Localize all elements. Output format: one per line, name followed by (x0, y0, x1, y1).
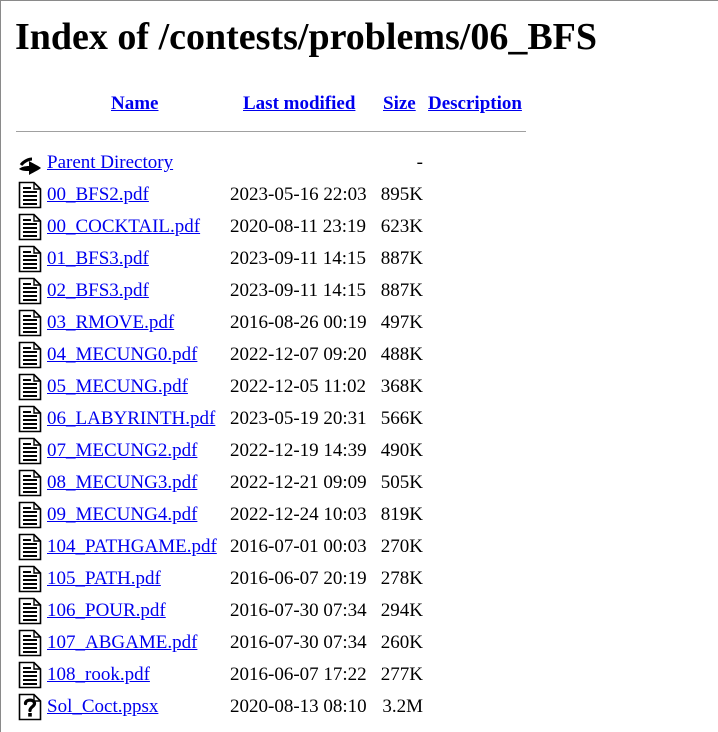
file-modified-date: 2022-12-05 11:02 (230, 376, 366, 397)
document-icon (17, 661, 43, 689)
file-size: 488K (380, 344, 423, 365)
file-row: 06_LABYRINTH.pdf 2023-05-19 20:31 566K (0, 403, 718, 435)
file-size: 887K (380, 248, 423, 269)
file-modified-date: 2022-12-24 10:03 (230, 504, 367, 525)
unknown-file-icon (17, 693, 43, 721)
file-row: 05_MECUNG.pdf 2022-12-05 11:02 368K (0, 371, 718, 403)
document-icon (17, 629, 43, 657)
file-size: 895K (380, 184, 423, 205)
sort-by-last-modified-link[interactable]: Last modified (243, 92, 355, 116)
file-row: 01_BFS3.pdf 2023-09-11 14:15 887K (0, 243, 718, 275)
file-size: 278K (380, 568, 423, 589)
file-link[interactable]: 04_MECUNG0.pdf (47, 344, 197, 366)
file-link[interactable]: 08_MECUNG3.pdf (47, 472, 197, 494)
file-size: 368K (380, 376, 423, 397)
file-modified-date: 2022-12-07 09:20 (230, 344, 367, 365)
file-row: 106_POUR.pdf 2016-07-30 07:34 294K (0, 595, 718, 627)
document-icon (17, 565, 43, 593)
document-icon (17, 469, 43, 497)
file-row: 00_BFS2.pdf 2023-05-16 22:03 895K (0, 179, 718, 211)
file-size: 887K (380, 280, 423, 301)
document-icon (17, 373, 43, 401)
file-link[interactable]: 108_rook.pdf (47, 664, 150, 686)
file-row: 00_COCKTAIL.pdf 2020-08-11 23:19 623K (0, 211, 718, 243)
file-size: 260K (380, 632, 423, 653)
parent-directory-row: Parent Directory - (0, 147, 718, 179)
file-link[interactable]: 104_PATHGAME.pdf (47, 536, 217, 558)
file-size: 819K (380, 504, 423, 525)
file-row: 104_PATHGAME.pdf 2016-07-01 00:03 270K (0, 531, 718, 563)
document-icon (17, 341, 43, 369)
file-row: 07_MECUNG2.pdf 2022-12-19 14:39 490K (0, 435, 718, 467)
file-modified-date: 2016-08-26 00:19 (230, 312, 367, 333)
sort-by-name-link[interactable]: Name (111, 92, 158, 116)
sort-by-size-link[interactable]: Size (383, 92, 416, 116)
file-modified-date: 2020-08-11 23:19 (230, 216, 366, 237)
page-title: Index of /contests/problems/06_BFS (15, 16, 598, 58)
file-modified-date: 2023-09-11 14:15 (230, 248, 366, 269)
file-link[interactable]: 106_POUR.pdf (47, 600, 166, 622)
file-modified-date: 2016-07-01 00:03 (230, 536, 367, 557)
parent-directory-link[interactable]: Parent Directory (47, 152, 173, 174)
file-row: Sol_Coct.ppsx 2020-08-13 08:10 3.2M (0, 691, 718, 723)
file-link[interactable]: 01_BFS3.pdf (47, 248, 149, 270)
file-modified-date: 2020-08-13 08:10 (230, 696, 367, 717)
file-modified-date: 2016-06-07 17:22 (230, 664, 367, 685)
file-modified-date: 2022-12-19 14:39 (230, 440, 367, 461)
document-icon (17, 213, 43, 241)
header-divider (16, 131, 526, 132)
file-row: 105_PATH.pdf 2016-06-07 20:19 278K (0, 563, 718, 595)
file-link[interactable]: 105_PATH.pdf (47, 568, 161, 590)
file-link[interactable]: 02_BFS3.pdf (47, 280, 149, 302)
file-modified-date: 2023-09-11 14:15 (230, 280, 366, 301)
file-link[interactable]: 06_LABYRINTH.pdf (47, 408, 215, 430)
file-link[interactable]: 00_BFS2.pdf (47, 184, 149, 206)
file-size: 623K (380, 216, 423, 237)
document-icon (17, 309, 43, 337)
file-modified-date: 2023-05-19 20:31 (230, 408, 367, 429)
file-size: - (416, 152, 423, 173)
file-size: 277K (380, 664, 423, 685)
file-row: 09_MECUNG4.pdf 2022-12-24 10:03 819K (0, 499, 718, 531)
file-modified-date: 2016-07-30 07:34 (230, 600, 367, 621)
document-icon (17, 597, 43, 625)
file-size: 505K (380, 472, 423, 493)
file-link[interactable]: 07_MECUNG2.pdf (47, 440, 197, 462)
document-icon (17, 277, 43, 305)
document-icon (17, 533, 43, 561)
document-icon (17, 405, 43, 433)
sort-by-description-link[interactable]: Description (428, 92, 522, 116)
document-icon (17, 437, 43, 465)
file-row: 04_MECUNG0.pdf 2022-12-07 09:20 488K (0, 339, 718, 371)
file-modified-date: 2016-07-30 07:34 (230, 632, 367, 653)
file-row: 02_BFS3.pdf 2023-09-11 14:15 887K (0, 275, 718, 307)
document-icon (17, 245, 43, 273)
file-modified-date: 2022-12-21 09:09 (230, 472, 367, 493)
file-row: 107_ABGAME.pdf 2016-07-30 07:34 260K (0, 627, 718, 659)
file-size: 294K (380, 600, 423, 621)
file-row: 08_MECUNG3.pdf 2022-12-21 09:09 505K (0, 467, 718, 499)
file-link[interactable]: 00_COCKTAIL.pdf (47, 216, 200, 238)
file-size: 497K (380, 312, 423, 333)
file-link[interactable]: 09_MECUNG4.pdf (47, 504, 197, 526)
file-row: 03_RMOVE.pdf 2016-08-26 00:19 497K (0, 307, 718, 339)
file-size: 566K (380, 408, 423, 429)
file-size: 3.2M (382, 696, 423, 717)
file-modified-date: 2023-05-16 22:03 (230, 184, 367, 205)
file-link[interactable]: 03_RMOVE.pdf (47, 312, 174, 334)
document-icon (17, 501, 43, 529)
file-row: 108_rook.pdf 2016-06-07 17:22 277K (0, 659, 718, 691)
document-icon (17, 181, 43, 209)
file-size: 270K (380, 536, 423, 557)
file-link[interactable]: Sol_Coct.ppsx (47, 696, 158, 718)
back-icon (17, 149, 43, 177)
file-link[interactable]: 107_ABGAME.pdf (47, 632, 197, 654)
file-link[interactable]: 05_MECUNG.pdf (47, 376, 188, 398)
file-size: 490K (380, 440, 423, 461)
file-modified-date: 2016-06-07 20:19 (230, 568, 367, 589)
